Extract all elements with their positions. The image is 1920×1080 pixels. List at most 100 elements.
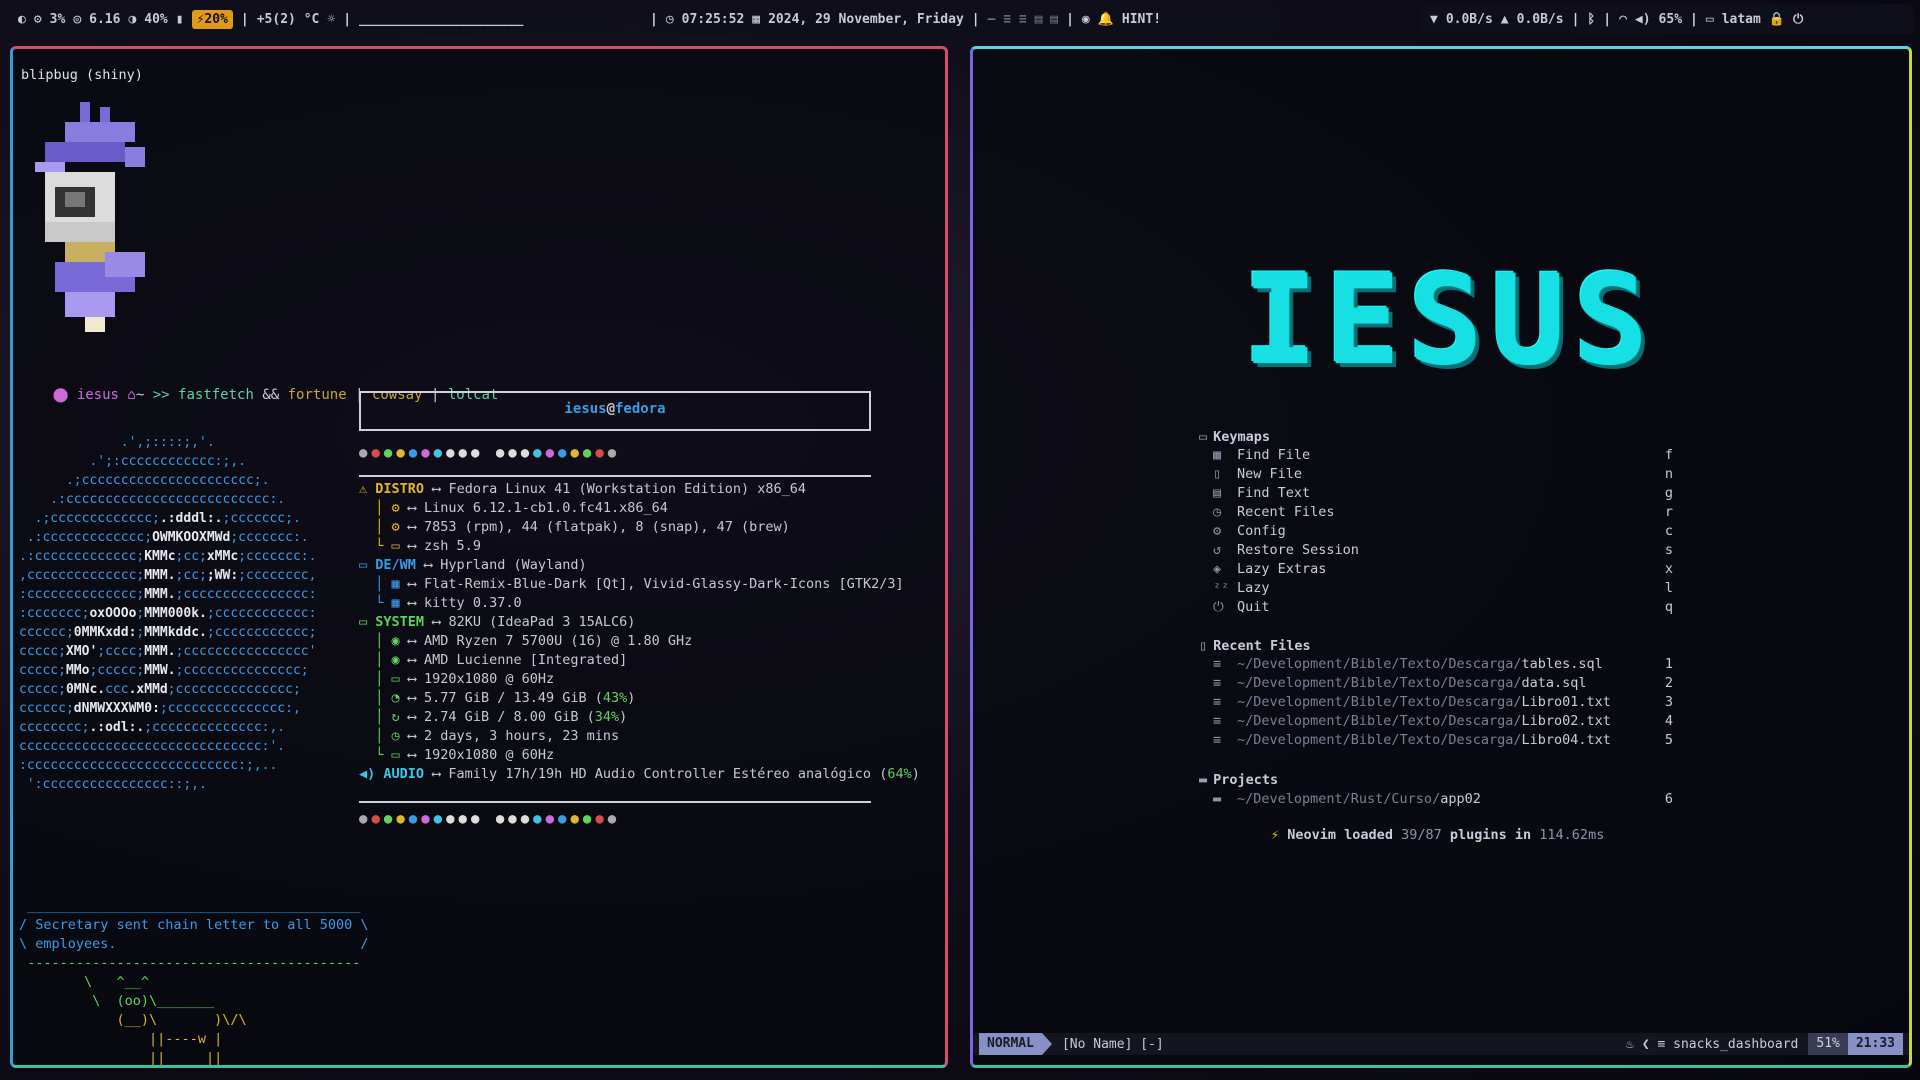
cowsay-output: ________________________________________…: [19, 898, 369, 1066]
file-name: tables.sql: [1521, 656, 1603, 672]
bar-right-module: ▼ 0.0B/s ▲ 0.0B/s | ᛒ | ◠ ◀) 65% | ▭ lat…: [1420, 4, 1914, 34]
shortcut-key: q: [1664, 599, 1673, 615]
memory-percent: 40%: [144, 11, 168, 27]
keymap-label: Config: [1237, 523, 1286, 539]
toggle-icon[interactable]: ◉: [1082, 12, 1090, 27]
battery-badge: ⚡20%: [191, 9, 233, 29]
keymap-find-file[interactable]: ▦ Find File f: [1213, 447, 1673, 463]
power-icon[interactable]: ⏻: [1793, 12, 1803, 27]
shortcut-key: n: [1664, 466, 1673, 482]
shortcut-key: c: [1664, 523, 1673, 539]
bell-icon[interactable]: 🔔: [1098, 12, 1114, 27]
shortcut-key: 4: [1664, 713, 1673, 729]
home-icon: ⌂: [127, 387, 136, 403]
weather[interactable]: +5(2) °C: [257, 12, 320, 27]
gear-icon: ⚙: [1213, 523, 1222, 539]
keyboard-icon: ▭: [1199, 429, 1208, 445]
folder-icon: ▬: [1199, 772, 1208, 788]
file-name: app02: [1440, 791, 1481, 807]
net-down: 0.0B/s: [1445, 11, 1493, 27]
shortcut-key: r: [1664, 504, 1673, 520]
shortcut-key: g: [1664, 485, 1673, 501]
extras-icon: ◈: [1213, 561, 1222, 577]
keymap-label: Lazy Extras: [1237, 561, 1327, 577]
statusline-filetype: ♨ ❮ ≡ snacks_dashboard: [1626, 1036, 1799, 1052]
shortcut-key: 6: [1664, 791, 1673, 807]
keymap-config[interactable]: ⚙ Config c: [1213, 523, 1673, 539]
fedora-icon: ⬤: [52, 387, 69, 403]
network-up-icon: ▲: [1500, 11, 1509, 27]
recent-file-item[interactable]: ≡ ~/Development/Bible/Texto/Descarga/Libr…: [1213, 694, 1673, 710]
neovim-window[interactable]: IESUS ▭ Keymaps ▦ Find File f ▯ New File n ▤ Fin…: [970, 46, 1912, 1068]
shortcut-key: 1: [1664, 656, 1673, 672]
keymap-label: Quit: [1237, 599, 1270, 615]
file-path: ~/Development/Bible/Texto/Descarga/: [1237, 732, 1522, 748]
recent-file-item[interactable]: ≡ ~/Development/Bible/Texto/Descarga/Libr…: [1213, 713, 1673, 729]
hint-label[interactable]: HINT!: [1122, 12, 1161, 27]
lock-icon[interactable]: 🔒: [1769, 12, 1785, 27]
file-path: ~/Development/Rust/Curso/: [1237, 791, 1441, 807]
wifi-icon[interactable]: ◠: [1619, 12, 1627, 27]
shortcut-key: 3: [1664, 694, 1673, 710]
keymap-lazy[interactable]: ᶻᶻ Lazy l: [1213, 580, 1673, 596]
terminal-window[interactable]: blipbug (shiny) ⬤ iesus ⌂~ >> fastfetch …: [10, 46, 948, 1068]
bar-center-module: | ◷ 07:25:52 ▦ 2024, 29 November, Friday…: [640, 4, 1280, 34]
recent-file-item[interactable]: ≡ ~/Development/Bible/Texto/Descarga/Libr…: [1213, 732, 1673, 748]
file-icon: ≡: [1213, 732, 1222, 748]
keymap-restore-session[interactable]: ↺ Restore Session s: [1213, 542, 1673, 558]
file-icon: ≡: [1213, 675, 1222, 691]
color-palette-top: ●●●●●●●●●● ●●●●●●●●●●: [359, 445, 621, 461]
clock-icon: ◷: [665, 11, 674, 27]
title-placeholder: _____________________: [359, 11, 524, 27]
file-path: ~/Development/Bible/Texto/Descarga/: [1237, 694, 1522, 710]
recent-file-item[interactable]: ≡ ~/Development/Bible/Texto/Descarga/tabl…: [1213, 656, 1673, 672]
pokemon-sprite-icon: [35, 102, 145, 332]
prompt-user: iesus: [76, 387, 119, 403]
clock-time[interactable]: 07:25:52: [682, 12, 745, 27]
projects-section-title: ▬ Projects: [1199, 772, 1279, 788]
shortcut-key: x: [1664, 561, 1673, 577]
keymap-label: Lazy: [1237, 580, 1270, 596]
file-name: Libro01.txt: [1521, 694, 1611, 710]
keymaps-section-title: ▭ Keymaps: [1199, 429, 1271, 445]
clock-date[interactable]: 2024, 29 November, Friday: [768, 12, 964, 27]
recent-file-item[interactable]: ≡ ~/Development/Bible/Texto/Descarga/data…: [1213, 675, 1673, 691]
project-item[interactable]: ▬ ~/Development/Rust/Curso/app02 6: [1213, 791, 1673, 807]
statusline: NORMAL [No Name] [-] ♨ ❮ ≡ snacks_dashbo…: [973, 1033, 1909, 1055]
fastfetch-userhost: iesus@fedora: [564, 401, 666, 417]
keymap-label: Restore Session: [1237, 542, 1359, 558]
volume-icon[interactable]: ◀): [1635, 12, 1651, 27]
new-file-icon: ▯: [1213, 466, 1222, 482]
dashboard-banner: IESUS: [1243, 249, 1657, 393]
keymap-quit[interactable]: ⏻ Quit q: [1213, 599, 1673, 615]
fastfetch-info: ⚠ DISTRO ⟷ Fedora Linux 41 (Workstation …: [359, 481, 920, 782]
statusline-filename: [No Name] [-]: [1061, 1036, 1164, 1052]
cpu-icon: ⚙: [33, 11, 42, 27]
statusline-position: 21:33: [1847, 1033, 1903, 1055]
keyboard-icon: ▭: [1705, 11, 1714, 27]
fedora-ascii-logo: .',;::::;,'. .';:cccccccccccc:;,. .;cccc…: [19, 435, 317, 792]
memory-icon: ◑: [128, 11, 137, 27]
file-path: ~/Development/Bible/Texto/Descarga/: [1237, 675, 1522, 691]
file-path: ~/Development/Bible/Texto/Descarga/: [1237, 713, 1522, 729]
workspace-icons[interactable]: — ≡ ≡ ▤ ▤: [988, 12, 1058, 27]
keymap-new-file[interactable]: ▯ New File n: [1213, 466, 1673, 482]
fedora-icon[interactable]: ◐: [18, 12, 26, 27]
cpu-percent: 3%: [49, 11, 66, 27]
prompt-line-2[interactable]: ⬤ iesus ⌂~ >>: [19, 1061, 180, 1065]
file-name: Libro04.txt: [1521, 732, 1611, 748]
bar-left-module: ◐ ⚙ 3% ◎ 6.16 ◑ 40% ▮ ⚡20% | +5(2) °C ☼ …: [8, 4, 620, 34]
color-palette-bottom: ●●●●●●●●●● ●●●●●●●●●●: [359, 811, 621, 827]
top-bar: ◐ ⚙ 3% ◎ 6.16 ◑ 40% ▮ ⚡20% | +5(2) °C ☼ …: [0, 0, 1920, 38]
restore-icon: ↺: [1213, 542, 1222, 558]
keymap-lazy-extras[interactable]: ◈ Lazy Extras x: [1213, 561, 1673, 577]
volume-percent[interactable]: 65%: [1659, 12, 1682, 27]
find-text-icon: ▤: [1213, 485, 1222, 501]
bluetooth-icon[interactable]: ᛒ: [1587, 12, 1595, 27]
keyboard-layout[interactable]: latam: [1722, 12, 1761, 27]
keymap-label: Find File: [1237, 447, 1311, 463]
keymap-find-text[interactable]: ▤ Find Text g: [1213, 485, 1673, 501]
file-icon: ▯: [1199, 638, 1208, 654]
keymap-recent-files[interactable]: ◷ Recent Files r: [1213, 504, 1673, 520]
recent-icon: ◷: [1213, 504, 1222, 520]
